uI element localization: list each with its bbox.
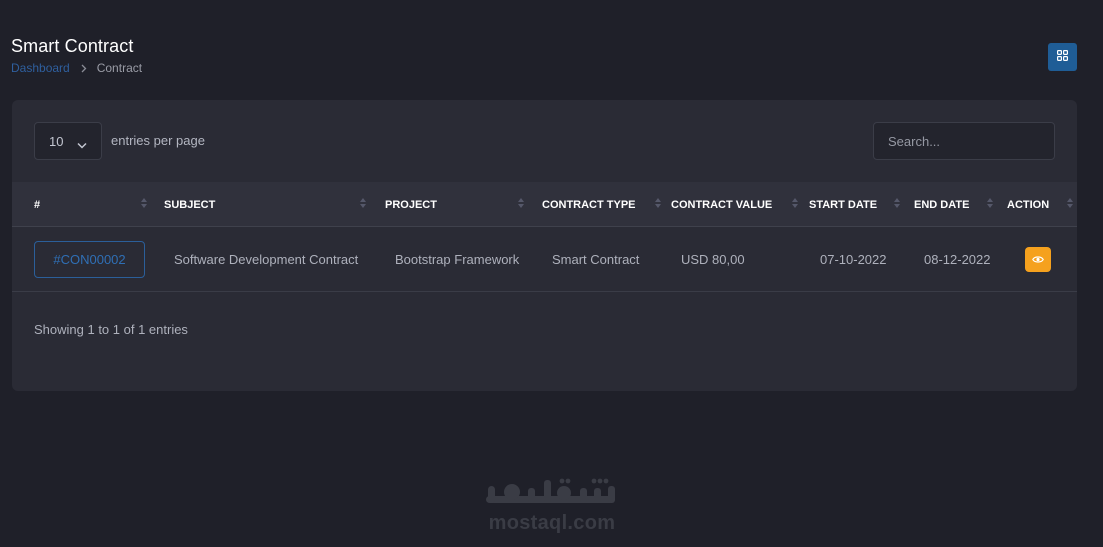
cell-contract-type: Smart Contract [552,251,640,267]
showing-entries-text: Showing 1 to 1 of 1 entries [34,322,188,337]
column-header-action[interactable]: ACTION [1007,182,1049,227]
cell-start-date: 07-10-2022 [820,251,887,267]
sort-icon [655,198,661,208]
contracts-card: 10 entries per page # SUBJECT PROJECT CO… [12,100,1077,391]
cell-project: Bootstrap Framework [395,251,520,267]
eye-icon [1032,251,1044,269]
table-header: # SUBJECT PROJECT CONTRACT TYPE CONTRACT… [12,182,1077,227]
cell-subject: Software Development Contract [174,251,359,267]
cell-contract-value: USD 80,00 [681,251,745,267]
page: Smart Contract Dashboard Contract 10 ent… [0,0,1103,547]
sort-icon [141,198,147,208]
sort-icon [792,198,798,208]
watermark-text: mostaql.com [488,512,616,534]
column-header-number[interactable]: # [34,182,40,227]
breadcrumb-current: Contract [96,61,143,75]
entries-per-page-label: entries per page [111,133,205,148]
column-header-start-date[interactable]: START DATE [809,182,877,227]
search-input[interactable] [873,122,1055,160]
per-page-value: 10 [49,133,64,149]
table-row: #CON00002 Software Development Contract … [12,227,1077,292]
sort-icon [987,198,993,208]
grid-view-button[interactable] [1048,43,1077,71]
column-header-project[interactable]: PROJECT [385,182,437,227]
breadcrumb-dashboard-link[interactable]: Dashboard [11,61,70,75]
view-contract-button[interactable] [1025,247,1051,272]
sort-icon [360,198,366,208]
column-header-contract-value[interactable]: CONTRACT VALUE [671,182,772,227]
column-header-end-date[interactable]: END DATE [914,182,969,227]
sort-icon [894,198,900,208]
chevron-down-icon [77,137,87,152]
chevron-right-icon [81,64,87,73]
breadcrumb: Dashboard Contract [11,61,142,75]
mostaql-logo [484,476,620,517]
column-header-subject[interactable]: SUBJECT [164,182,215,227]
cell-end-date: 08-12-2022 [924,251,991,267]
page-title: Smart Contract [11,36,134,56]
contract-id-link[interactable]: #CON00002 [34,241,145,278]
sort-icon [1067,198,1073,208]
column-header-contract-type[interactable]: CONTRACT TYPE [542,182,636,227]
entries-per-page-select[interactable]: 10 [34,122,102,160]
grid-icon [1057,48,1068,66]
sort-icon [518,198,524,208]
